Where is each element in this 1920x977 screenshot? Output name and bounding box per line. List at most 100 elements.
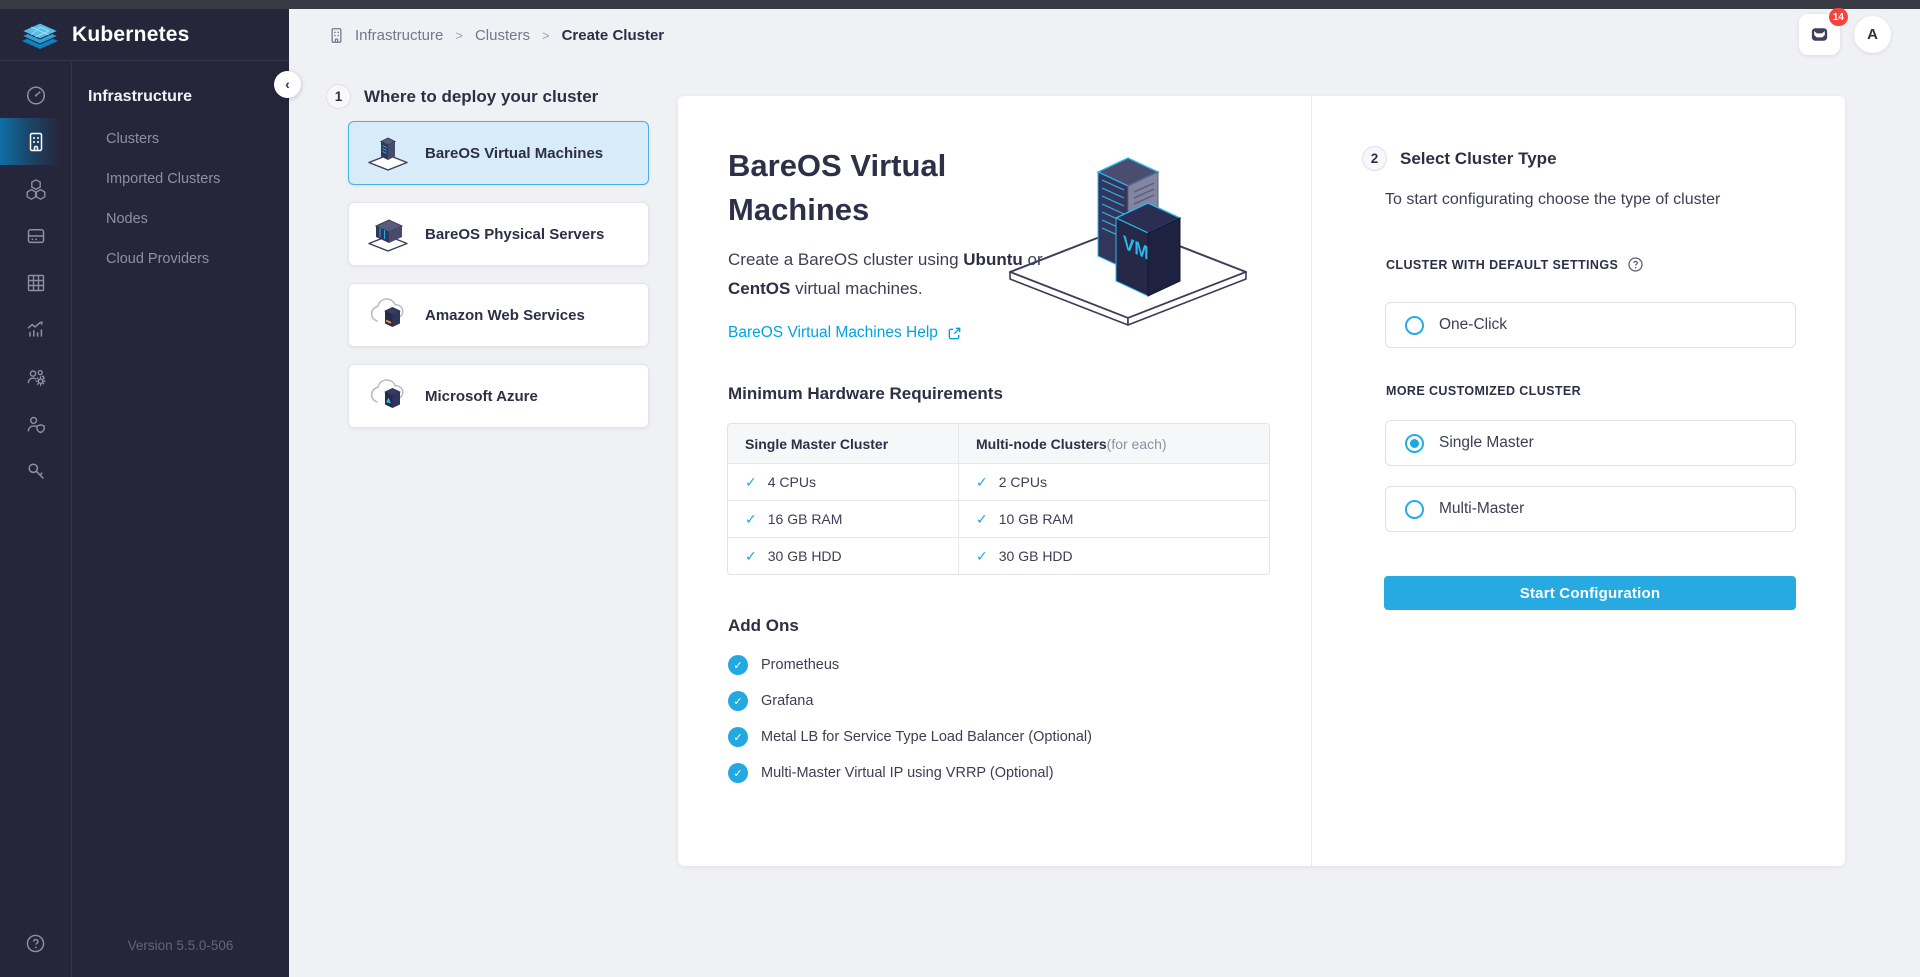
avatar[interactable]: A — [1854, 16, 1891, 53]
rail-monitoring[interactable] — [0, 306, 71, 353]
rail-workloads[interactable] — [0, 165, 71, 212]
hardware-requirements-table: Single Master Cluster Multi-node Cluster… — [727, 423, 1270, 575]
deploy-card-label: Microsoft Azure — [425, 388, 538, 405]
external-link-icon — [947, 326, 962, 341]
window-top-strip — [0, 0, 1920, 9]
radio-multi-master[interactable] — [1405, 500, 1424, 519]
provider-detail-panel: BareOS Virtual Machines VM Create a Bare… — [678, 96, 1311, 866]
notifications-button[interactable]: 14 — [1799, 14, 1840, 55]
hardware-requirements-title: Minimum Hardware Requirements — [728, 384, 1003, 404]
breadcrumb-separator: > — [455, 28, 463, 43]
sidebar-item-nodes[interactable]: Nodes — [72, 199, 289, 239]
rail-storage[interactable] — [0, 212, 71, 259]
vm-server-illustration: VM — [998, 134, 1258, 334]
table-header-row: Single Master Cluster Multi-node Cluster… — [728, 424, 1269, 463]
check-icon: ✓ — [745, 548, 757, 565]
detail-title-line1: BareOS Virtual — [728, 148, 946, 183]
rail-apps[interactable] — [0, 259, 71, 306]
step2-subtitle: To start configurating choose the type o… — [1385, 188, 1720, 212]
addon-checkbox[interactable]: ✓ — [728, 763, 748, 783]
isometric-physical-servers-icon — [365, 213, 411, 255]
start-configuration-button[interactable]: Start Configuration — [1384, 576, 1796, 610]
cloud-azure-box-icon — [365, 375, 411, 417]
step2-title: Select Cluster Type — [1400, 149, 1557, 169]
cluster-type-option-one-click[interactable]: One-Click — [1385, 302, 1796, 348]
addon-label: Grafana — [761, 693, 813, 709]
addons-list: ✓ Prometheus ✓ Grafana ✓ Metal LB for Se… — [728, 655, 1092, 783]
grid-icon — [24, 271, 48, 295]
detail-description: Create a BareOS cluster using Ubuntu or … — [728, 246, 1080, 303]
isometric-vm-server-icon — [365, 132, 411, 174]
breadcrumb: Infrastructure > Clusters > Create Clust… — [327, 20, 664, 50]
addon-label: Multi-Master Virtual IP using VRRP (Opti… — [761, 765, 1054, 781]
deploy-card-label: BareOS Physical Servers — [425, 226, 604, 243]
check-icon: ✓ — [976, 548, 988, 565]
deploy-card-label: BareOS Virtual Machines — [425, 145, 603, 162]
version-label: Version 5.5.0-506 — [72, 938, 289, 953]
addon-label: Metal LB for Service Type Load Balancer … — [761, 729, 1092, 745]
rail-dashboard[interactable] — [0, 71, 71, 118]
deploy-card-azure[interactable]: Microsoft Azure — [348, 364, 649, 428]
rail-user-access[interactable] — [0, 400, 71, 447]
addon-checkbox[interactable]: ✓ — [728, 691, 748, 711]
default-settings-group-label: CLUSTER WITH DEFAULT SETTINGS — [1386, 256, 1644, 273]
chart-icon — [24, 318, 48, 342]
addon-label: Prometheus — [761, 657, 839, 673]
check-icon: ✓ — [976, 511, 988, 528]
sidebar-collapse-button[interactable]: ‹ — [274, 71, 301, 98]
help-tooltip-icon[interactable] — [1627, 256, 1644, 273]
option-label: Multi-Master — [1439, 500, 1524, 518]
table-header-multi-node: Multi-node Clusters(for each) — [958, 424, 1269, 463]
cluster-type-option-multi-master[interactable]: Multi-Master — [1385, 486, 1796, 532]
addon-checkbox[interactable]: ✓ — [728, 655, 748, 675]
radio-single-master[interactable] — [1405, 434, 1424, 453]
addon-grafana: ✓ Grafana — [728, 691, 1092, 711]
check-icon: ✓ — [745, 474, 757, 491]
addon-checkbox[interactable]: ✓ — [728, 727, 748, 747]
buildings-icon — [24, 130, 48, 154]
table-row: ✓30 GB HDD ✓30 GB HDD — [728, 537, 1269, 574]
buildings-icon — [327, 26, 346, 45]
sidebar-menu: Infrastructure Clusters Imported Cluster… — [72, 62, 289, 977]
provider-help-link[interactable]: BareOS Virtual Machines Help — [728, 324, 962, 342]
inbox-icon — [1808, 23, 1831, 46]
option-label: Single Master — [1439, 434, 1534, 452]
cubes-icon — [24, 177, 48, 201]
brand-name: Kubernetes — [72, 23, 190, 47]
deploy-card-bareos-vm[interactable]: BareOS Virtual Machines — [348, 121, 649, 185]
detail-title-line2: Machines — [728, 192, 869, 227]
user-shield-icon — [24, 412, 48, 436]
step1-header: 1 Where to deploy your cluster — [326, 84, 598, 109]
cluster-type-panel: 2 Select Cluster Type To start configura… — [1311, 96, 1845, 866]
cloud-aws-box-icon — [365, 294, 411, 336]
deploy-card-bareos-physical[interactable]: BareOS Physical Servers — [348, 202, 649, 266]
rail-keys[interactable] — [0, 447, 71, 494]
check-icon: ✓ — [745, 511, 757, 528]
step2-header: 2 Select Cluster Type — [1362, 146, 1557, 171]
main-card: BareOS Virtual Machines VM Create a Bare… — [678, 96, 1845, 866]
brand[interactable]: Kubernetes — [0, 9, 289, 61]
notifications-badge: 14 — [1829, 8, 1848, 26]
breadcrumb-infrastructure[interactable]: Infrastructure — [355, 27, 443, 44]
key-icon — [24, 459, 48, 483]
menu-title: Infrastructure — [72, 88, 289, 106]
sidebar-item-clusters[interactable]: Clusters — [72, 119, 289, 159]
deploy-card-label: Amazon Web Services — [425, 307, 585, 324]
addon-metal-lb: ✓ Metal LB for Service Type Load Balance… — [728, 727, 1092, 747]
radio-one-click[interactable] — [1405, 316, 1424, 335]
sidebar-item-cloud-providers[interactable]: Cloud Providers — [72, 239, 289, 279]
deploy-card-aws[interactable]: Amazon Web Services — [348, 283, 649, 347]
table-row: ✓16 GB RAM ✓10 GB RAM — [728, 500, 1269, 537]
rail-infrastructure[interactable] — [0, 118, 71, 165]
header-actions: 14 A — [1799, 14, 1891, 55]
help-button[interactable] — [0, 932, 71, 955]
sidebar-item-imported-clusters[interactable]: Imported Clusters — [72, 159, 289, 199]
breadcrumb-clusters[interactable]: Clusters — [475, 27, 530, 44]
users-gear-icon — [24, 365, 48, 389]
option-label: One-Click — [1439, 316, 1507, 334]
icon-rail — [0, 62, 72, 977]
cluster-type-option-single-master[interactable]: Single Master — [1385, 420, 1796, 466]
rail-user-groups[interactable] — [0, 353, 71, 400]
gauge-icon — [24, 83, 48, 107]
addon-vrrp: ✓ Multi-Master Virtual IP using VRRP (Op… — [728, 763, 1092, 783]
